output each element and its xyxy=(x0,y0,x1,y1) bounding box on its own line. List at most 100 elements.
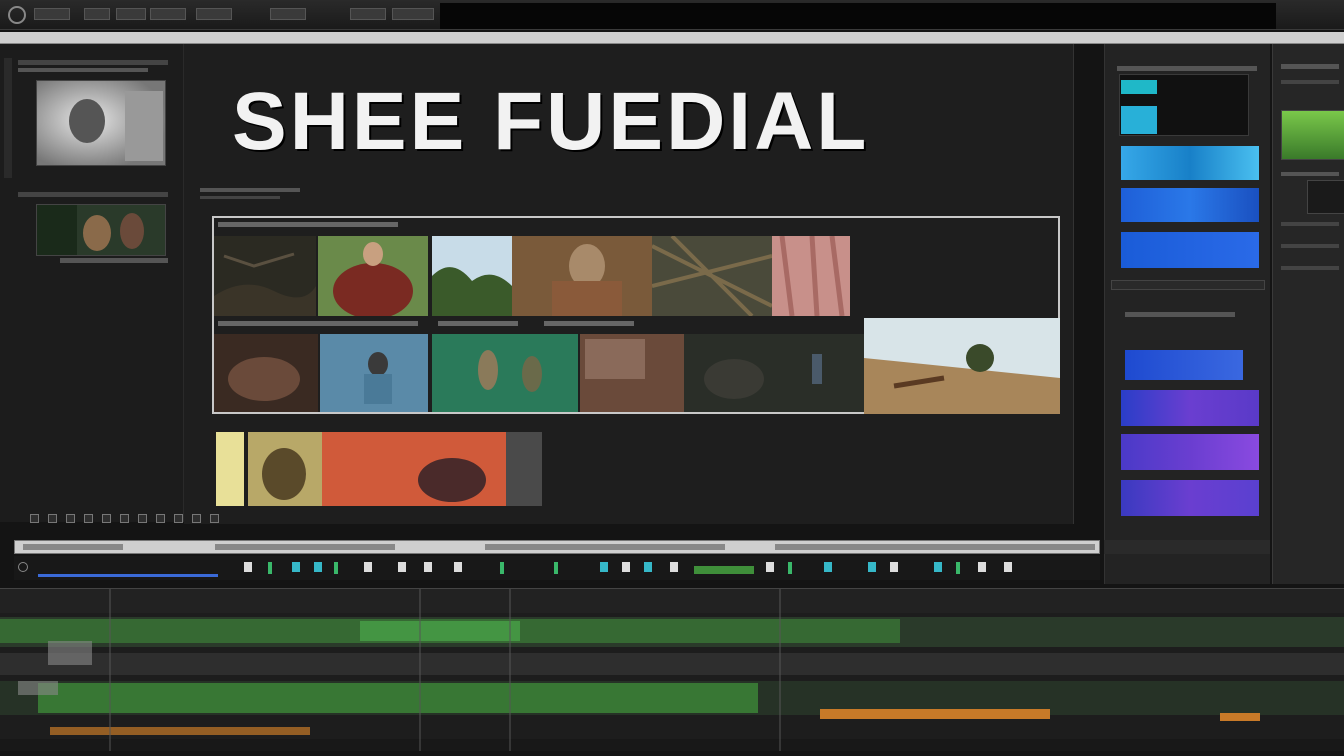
swatch-blue-2[interactable] xyxy=(1121,188,1259,222)
color-scope[interactable] xyxy=(1281,110,1344,160)
toolbar-chip-7[interactable] xyxy=(350,8,386,20)
panel-divider-bar xyxy=(1111,280,1265,290)
marker-17[interactable] xyxy=(788,562,792,574)
swatch-purple-3[interactable] xyxy=(1121,480,1259,516)
frame-thumb-15[interactable] xyxy=(322,432,506,506)
panel-label-bar xyxy=(18,60,168,65)
frame-image-16 xyxy=(506,432,542,506)
source-clip-thumbnail[interactable] xyxy=(36,80,166,166)
frame-image-11 xyxy=(684,334,864,412)
frame-thumb-7[interactable] xyxy=(214,334,318,412)
marker-2[interactable] xyxy=(268,562,272,574)
frame-image-3 xyxy=(432,236,512,316)
frame-image-13 xyxy=(216,432,244,506)
marker-12[interactable] xyxy=(600,562,608,572)
transport-btn-9[interactable] xyxy=(174,514,183,523)
panel-label-bar-5 xyxy=(1117,66,1257,71)
frame-thumb-13[interactable] xyxy=(216,432,244,506)
audio-tracks[interactable] xyxy=(0,588,1344,751)
swatch-cyan-1[interactable] xyxy=(1121,80,1157,94)
frame-thumb-5[interactable] xyxy=(652,236,772,316)
transport-btn-6[interactable] xyxy=(120,514,129,523)
frame-thumb-4[interactable] xyxy=(512,236,652,316)
frame-thumb-2[interactable] xyxy=(318,236,428,316)
frame-thumb-11[interactable] xyxy=(684,334,864,412)
waveform-graphic xyxy=(0,589,1344,751)
marker-15[interactable] xyxy=(670,562,678,572)
app-icon[interactable] xyxy=(8,6,26,24)
inspector-label-bar-4 xyxy=(1281,222,1339,226)
frame-thumb-16[interactable] xyxy=(506,432,542,506)
transport-btn-10[interactable] xyxy=(192,514,201,523)
marker-range-bar xyxy=(38,574,218,577)
transport-btn-7[interactable] xyxy=(138,514,147,523)
marker-24[interactable] xyxy=(1004,562,1012,572)
marker-1[interactable] xyxy=(244,562,252,572)
frame-image-12 xyxy=(864,318,1060,414)
toolbar-chip-6[interactable] xyxy=(270,8,306,20)
frame-image-8 xyxy=(320,334,428,412)
row-label-bar-4 xyxy=(544,321,634,326)
frame-thumb-1[interactable] xyxy=(214,236,316,316)
marker-8[interactable] xyxy=(424,562,432,572)
marker-13[interactable] xyxy=(622,562,630,572)
swatch-blue-4[interactable] xyxy=(1125,350,1243,380)
clip-thumbnail-2[interactable] xyxy=(36,204,166,256)
panel-label-bar-4 xyxy=(60,258,168,263)
transport-btn-11[interactable] xyxy=(210,514,219,523)
transport-btn-4[interactable] xyxy=(84,514,93,523)
marker-track[interactable] xyxy=(14,556,1100,580)
marker-18[interactable] xyxy=(824,562,832,572)
toolbar-chip-1[interactable] xyxy=(34,8,70,20)
swatch-purple-1[interactable] xyxy=(1121,390,1259,426)
swatch-cyan-2[interactable] xyxy=(1121,106,1157,134)
frame-thumb-12[interactable] xyxy=(864,318,1060,414)
ruler-segment-4 xyxy=(775,544,1095,550)
frame-image-9 xyxy=(432,334,578,412)
frame-thumb-8[interactable] xyxy=(320,334,428,412)
frame-thumb-14[interactable] xyxy=(248,432,322,506)
transport-btn-2[interactable] xyxy=(48,514,57,523)
marker-10[interactable] xyxy=(500,562,504,574)
marker-16[interactable] xyxy=(766,562,774,572)
row-label-bar-3 xyxy=(438,321,518,326)
marker-3[interactable] xyxy=(292,562,300,572)
toolbar-chip-3[interactable] xyxy=(116,8,146,20)
toolbar-chip-5[interactable] xyxy=(196,8,232,20)
toolbar-chip-8[interactable] xyxy=(392,8,434,20)
frame-thumb-9[interactable] xyxy=(432,334,578,412)
row-label-bar-2 xyxy=(218,321,418,326)
marker-5[interactable] xyxy=(334,562,338,574)
marker-20[interactable] xyxy=(890,562,898,572)
marker-range-green xyxy=(694,566,754,574)
marker-6[interactable] xyxy=(364,562,372,572)
sheet-header-bar-2 xyxy=(200,196,280,199)
marker-icon[interactable] xyxy=(18,562,28,572)
marker-9[interactable] xyxy=(454,562,462,572)
frame-thumb-6[interactable] xyxy=(772,236,850,316)
toolbar-chip-2[interactable] xyxy=(84,8,110,20)
timeline-ruler[interactable] xyxy=(14,540,1100,554)
play-icon[interactable] xyxy=(30,514,39,523)
marker-11[interactable] xyxy=(554,562,558,574)
transport-btn-8[interactable] xyxy=(156,514,165,523)
frame-thumb-10[interactable] xyxy=(580,334,684,412)
frame-thumb-3[interactable] xyxy=(432,236,512,316)
marker-19[interactable] xyxy=(868,562,876,572)
swatch-blue-3[interactable] xyxy=(1121,232,1259,268)
swatch-blue-1[interactable] xyxy=(1121,146,1259,180)
marker-14[interactable] xyxy=(644,562,652,572)
row-label-bar-1 xyxy=(218,222,398,227)
marker-22[interactable] xyxy=(956,562,960,574)
transport-btn-5[interactable] xyxy=(102,514,111,523)
marker-23[interactable] xyxy=(978,562,986,572)
marker-4[interactable] xyxy=(314,562,322,572)
marker-21[interactable] xyxy=(934,562,942,572)
marker-7[interactable] xyxy=(398,562,406,572)
inspector-thumb[interactable] xyxy=(1307,180,1344,214)
frame-image-10 xyxy=(580,334,684,412)
swatch-purple-2[interactable] xyxy=(1121,434,1259,470)
toolbar-chip-4[interactable] xyxy=(150,8,186,20)
viewer-title: SHEE FUEDIAL xyxy=(232,76,870,167)
transport-btn-3[interactable] xyxy=(66,514,75,523)
